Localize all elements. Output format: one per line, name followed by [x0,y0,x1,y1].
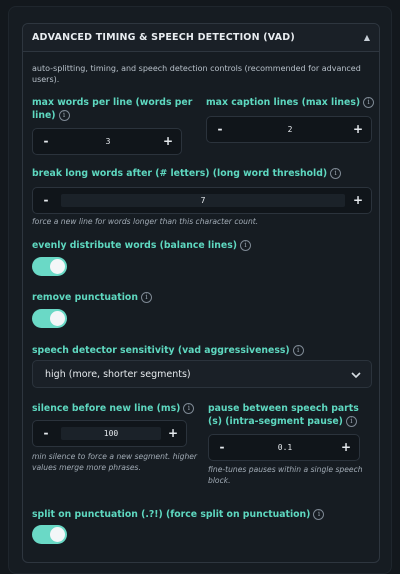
advanced-timing-panel: ADVANCED TIMING & SPEECH DETECTION (VAD)… [22,23,380,563]
punctuation-toggle[interactable] [32,309,67,328]
vad-label: speech detector sensitivity (vad aggress… [32,344,362,357]
max-lines-label: max caption lines (max lines) i [206,96,376,109]
pause-stepper[interactable]: - 0.1 + [208,434,360,461]
decrement-button[interactable]: - [209,435,235,460]
balance-label-text: evenly distribute words (balance lines) [32,240,237,251]
info-icon[interactable]: i [140,292,152,303]
panel-description: auto-splitting, timing, and speech detec… [32,64,361,84]
increment-button[interactable]: + [345,117,371,142]
balance-toggle[interactable] [32,257,67,276]
max-lines-stepper[interactable]: - 2 + [206,116,372,143]
balance-label: evenly distribute words (balance lines) i [32,239,332,252]
increment-button[interactable]: + [160,421,186,446]
info-icon[interactable]: i [240,240,251,251]
max-words-label-text: max words per line (words per line) [32,97,193,121]
silence-stepper[interactable]: - 100 + [32,420,187,447]
info-icon[interactable]: i [330,168,342,179]
info-icon[interactable]: i [363,97,375,108]
max-words-stepper[interactable]: - 3 + [32,128,182,155]
long-word-hint: force a new line for words longer than t… [32,217,259,226]
decrement-button[interactable]: - [33,188,59,213]
decrement-button[interactable]: - [33,129,59,154]
punctuation-label-text: remove punctuation [32,292,138,303]
split-label-text: split on punctuation (.?!) (force split … [32,509,311,520]
silence-hint: min silence to force a new segment. high… [32,452,198,472]
increment-button[interactable]: + [333,435,359,460]
decrement-button[interactable]: - [207,117,233,142]
vad-label-text: speech detector sensitivity (vad aggress… [32,345,290,356]
toggle-knob [50,311,65,326]
increment-button[interactable]: + [345,188,371,213]
punctuation-label: remove punctuation i [32,291,332,304]
toggle-knob [50,527,65,542]
split-label: split on punctuation (.?!) (force split … [32,508,372,521]
long-word-stepper[interactable]: - 7 + [32,187,372,214]
panel-header[interactable]: ADVANCED TIMING & SPEECH DETECTION (VAD)… [23,24,379,52]
toggle-knob [50,259,65,274]
chevron-down-icon [351,372,361,379]
pause-hint: fine-tunes pauses within a single speech… [208,465,363,485]
vad-selected-value: high (more, shorter segments) [45,369,191,380]
silence-value[interactable]: 100 [59,421,163,446]
info-icon[interactable]: i [313,509,325,520]
long-word-label-text: break long words after (# letters) (long… [32,168,328,179]
chevron-up-icon[interactable]: ▲ [364,33,370,42]
silence-label: silence before new line (ms) i [32,402,207,415]
info-icon[interactable]: i [58,110,70,121]
increment-button[interactable]: + [155,129,181,154]
info-icon[interactable]: i [345,416,357,427]
panel-title: ADVANCED TIMING & SPEECH DETECTION (VAD) [32,32,295,43]
max-lines-label-text: max caption lines (max lines) [206,97,361,108]
long-word-value[interactable]: 7 [59,188,347,213]
silence-label-text: silence before new line (ms) [32,403,181,414]
max-lines-value[interactable]: 2 [233,117,347,142]
info-icon[interactable]: i [292,345,304,356]
max-words-label: max words per line (words per line) i [32,96,202,122]
pause-value[interactable]: 0.1 [235,435,335,460]
vad-select[interactable]: high (more, shorter segments) [32,360,372,388]
max-words-value[interactable]: 3 [59,129,157,154]
pause-label: pause between speech parts (s) (intra-se… [208,402,373,428]
pause-label-text: pause between speech parts (s) (intra-se… [208,403,359,427]
long-word-label: break long words after (# letters) (long… [32,167,377,180]
split-toggle[interactable] [32,525,67,544]
info-icon[interactable]: i [183,403,195,414]
decrement-button[interactable]: - [33,421,59,446]
